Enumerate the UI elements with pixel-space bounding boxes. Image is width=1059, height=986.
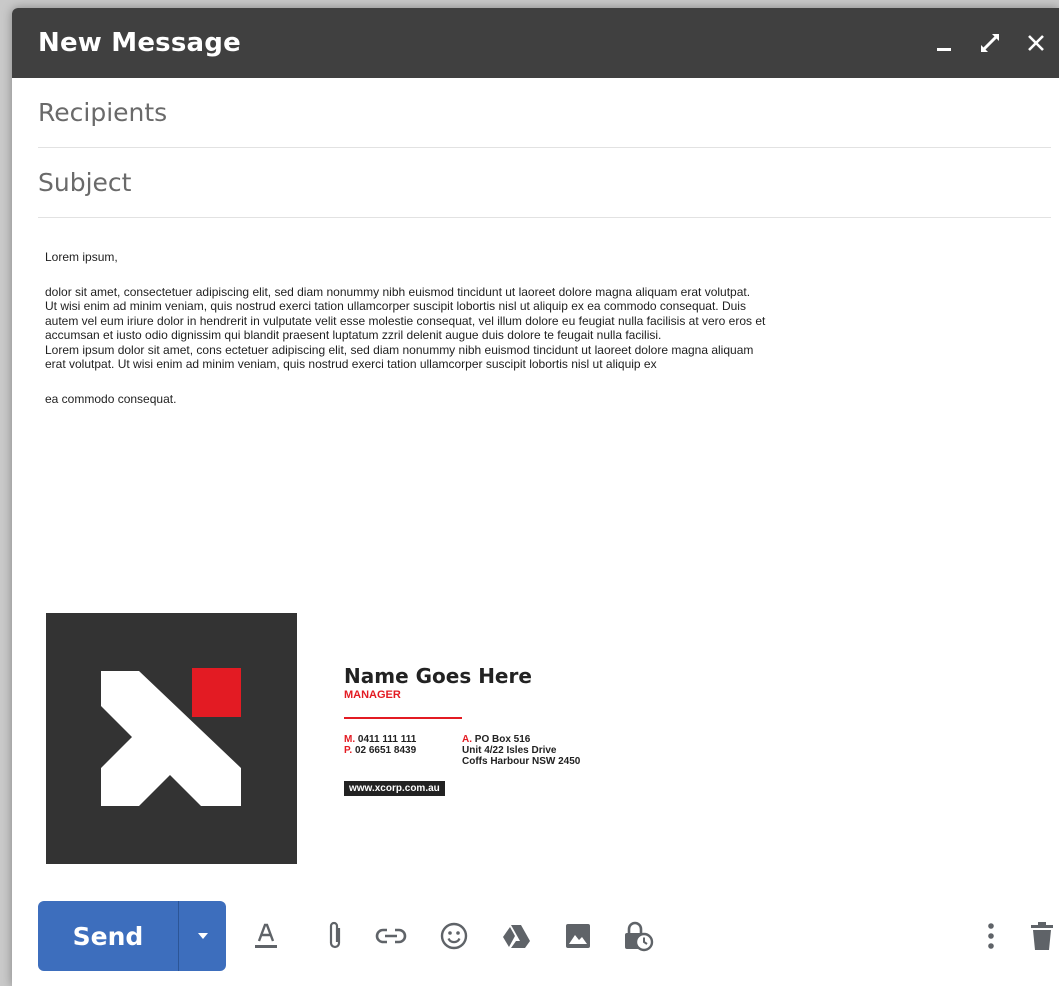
- insert-link-button[interactable]: [373, 918, 409, 954]
- close-button[interactable]: [1013, 23, 1059, 63]
- minimize-button[interactable]: [921, 23, 967, 63]
- photo-icon: [566, 924, 590, 948]
- emoji-icon: [440, 922, 468, 950]
- signature-block: Name Goes Here MANAGER M. 0411 111 111 P…: [344, 664, 704, 796]
- drive-icon: [503, 925, 530, 948]
- mobile-line: M. 0411 111 111: [344, 734, 462, 745]
- dropdown-arrow-icon: [197, 933, 208, 939]
- send-button[interactable]: Send: [38, 901, 178, 971]
- compose-title: New Message: [38, 28, 241, 58]
- signature-phone-column: M. 0411 111 111 P. 02 6651 8439: [344, 734, 462, 767]
- body-line: Ut wisi enim ad minim veniam, quis nostr…: [45, 299, 746, 313]
- confidential-icon: [625, 921, 654, 952]
- minimize-icon: [937, 48, 951, 51]
- send-button-group: Send: [38, 901, 226, 971]
- phone-number: 02 6651 8439: [354, 745, 417, 756]
- insert-photo-button[interactable]: [560, 918, 596, 954]
- x-logo-icon: [101, 668, 241, 806]
- insert-drive-file-button[interactable]: [498, 918, 534, 954]
- signature-divider: [344, 717, 462, 719]
- address-label: A.: [462, 734, 472, 745]
- expand-icon: [981, 34, 999, 52]
- formatting-options-button[interactable]: [248, 918, 284, 954]
- more-options-button[interactable]: [973, 918, 1009, 954]
- confidential-mode-button[interactable]: [620, 918, 656, 954]
- body-line: dolor sit amet, consectetuer adipiscing …: [45, 284, 751, 299]
- mobile-label: M.: [344, 734, 356, 745]
- recipients-input[interactable]: [38, 98, 1051, 127]
- subject-input[interactable]: [38, 168, 1051, 197]
- attach-icon: [329, 921, 341, 949]
- signature-website[interactable]: www.xcorp.com.au: [344, 781, 445, 796]
- discard-draft-button[interactable]: [1024, 918, 1059, 954]
- format-text-icon: [255, 923, 277, 948]
- attach-files-button[interactable]: [318, 918, 354, 954]
- body-line: autem vel eum iriure dolor in hendrerit …: [45, 313, 766, 328]
- phone-label: P.: [344, 745, 353, 756]
- fullscreen-button[interactable]: [967, 23, 1013, 63]
- body-closing: ea commodo consequat.: [45, 391, 177, 406]
- signature-contacts: M. 0411 111 111 P. 02 6651 8439 A. PO Bo…: [344, 734, 704, 767]
- address-line3: Coffs Harbour NSW 2450: [462, 756, 581, 767]
- compose-titlebar: New Message: [12, 8, 1059, 78]
- company-logo: [46, 613, 297, 864]
- insert-emoji-button[interactable]: [436, 918, 472, 954]
- address-line2: Unit 4/22 Isles Drive: [462, 745, 557, 756]
- delete-icon: [1031, 922, 1053, 950]
- subject-row: [38, 148, 1051, 218]
- address-line1: PO Box 516: [474, 734, 531, 745]
- signature-name: Name Goes Here: [344, 664, 532, 688]
- link-icon: [375, 928, 407, 944]
- signature-role: MANAGER: [344, 689, 401, 701]
- address-line: A. PO Box 516: [462, 734, 580, 745]
- send-options-button[interactable]: [179, 901, 226, 971]
- close-icon: [1028, 35, 1044, 51]
- body-line: accumsan et iusto odio dignissim qui bla…: [45, 328, 662, 342]
- body-line: erat volutpat. Ut wisi enim ad minim ven…: [45, 357, 657, 371]
- body-greeting: Lorem ipsum,: [45, 250, 118, 264]
- body-line: Lorem ipsum dolor sit amet, cons ectetue…: [45, 342, 754, 357]
- more-options-icon: [988, 923, 994, 949]
- signature-address-column: A. PO Box 516 Unit 4/22 Isles Drive Coff…: [462, 734, 580, 767]
- compose-window: New Message Lo: [12, 8, 1059, 986]
- recipients-row: [38, 78, 1051, 148]
- message-body[interactable]: Lorem ipsum, dolor sit amet, consectetue…: [45, 250, 945, 406]
- phone-line: P. 02 6651 8439: [344, 745, 462, 756]
- compose-toolbar: Send: [38, 901, 1059, 971]
- mobile-number: 0411 111 111: [357, 734, 417, 745]
- window-controls: [921, 8, 1059, 78]
